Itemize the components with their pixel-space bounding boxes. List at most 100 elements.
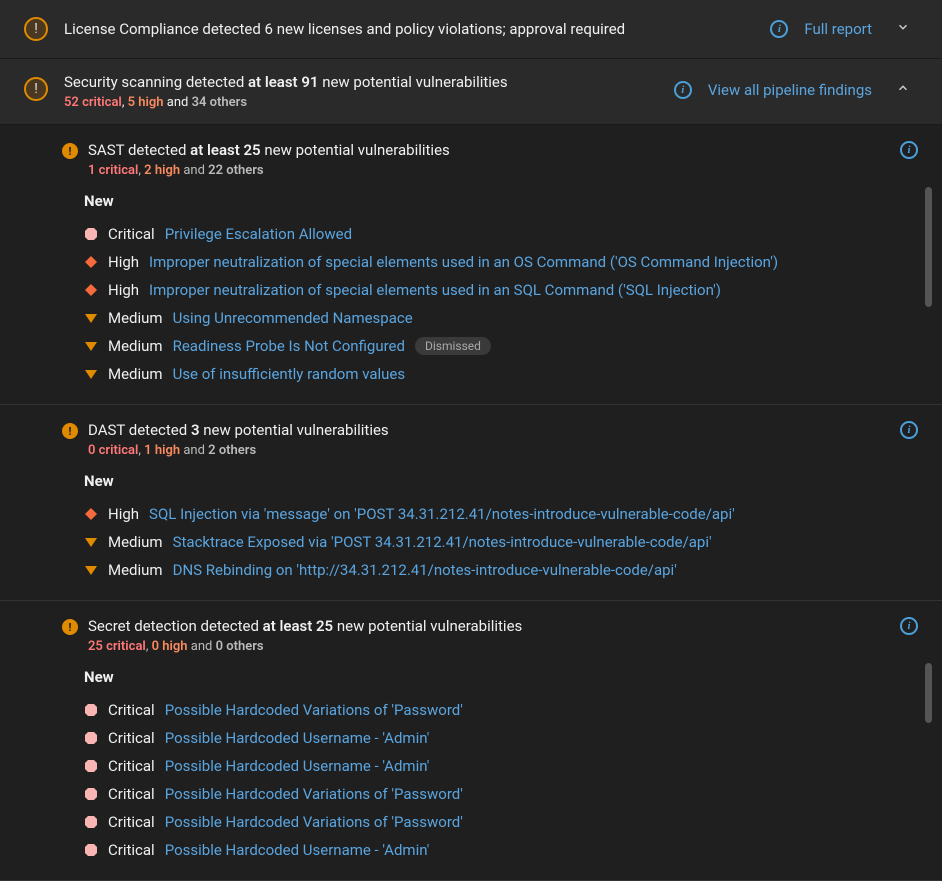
finding-item: High Improper neutralization of special e… bbox=[84, 248, 912, 276]
findings-list: New Critical Privilege Escalation Allowed H… bbox=[84, 192, 912, 388]
severity-label: Medium bbox=[108, 533, 163, 551]
finding-link[interactable]: Readiness Probe Is Not Configured bbox=[173, 337, 405, 355]
severity-icon-high bbox=[84, 283, 98, 297]
others-count: 0 others bbox=[216, 639, 264, 654]
finding-link[interactable]: Improper neutralization of special eleme… bbox=[149, 253, 778, 271]
severity-label: Medium bbox=[108, 309, 163, 327]
severity-label: Critical bbox=[108, 225, 155, 243]
info-icon[interactable]: i bbox=[900, 421, 918, 439]
severity-label: Critical bbox=[108, 813, 155, 831]
security-title-block: Security scanning detected at least 91 n… bbox=[64, 73, 674, 110]
new-label: New bbox=[84, 192, 912, 210]
scrollbar[interactable] bbox=[925, 663, 932, 723]
severity-label: Medium bbox=[108, 561, 163, 579]
finding-item: Medium DNS Rebinding on 'http://34.31.212… bbox=[84, 556, 912, 584]
severity-icon-high bbox=[84, 507, 98, 521]
severity-icon-medium bbox=[84, 563, 98, 577]
finding-link[interactable]: Possible Hardcoded Username - 'Admin' bbox=[165, 757, 430, 775]
chevron-up-icon[interactable] bbox=[888, 77, 918, 103]
severity-icon-critical bbox=[84, 815, 98, 829]
info-icon[interactable]: i bbox=[770, 20, 788, 38]
new-label: New bbox=[84, 472, 912, 490]
security-title-prefix: Security scanning detected bbox=[64, 73, 248, 91]
severity-icon-medium bbox=[84, 339, 98, 353]
warning-icon: ! bbox=[62, 423, 78, 439]
section-title: DAST detected 3 new potential vulnerabil… bbox=[88, 421, 900, 458]
severity-icon-critical bbox=[84, 703, 98, 717]
severity-label: High bbox=[108, 505, 139, 523]
security-high-count: 5 high bbox=[128, 95, 164, 110]
finding-item: Critical Privilege Escalation Allowed bbox=[84, 220, 912, 248]
finding-item: Critical Possible Hardcoded Username - 'A… bbox=[84, 752, 912, 780]
status-badge: Dismissed bbox=[415, 337, 491, 355]
finding-link[interactable]: Stacktrace Exposed via 'POST 34.31.212.4… bbox=[173, 533, 712, 551]
severity-icon-medium bbox=[84, 535, 98, 549]
security-title-suffix: new potential vulnerabilities bbox=[318, 73, 507, 91]
severity-label: Critical bbox=[108, 757, 155, 775]
warning-circle-icon: ! bbox=[24, 17, 48, 41]
full-report-link[interactable]: Full report bbox=[804, 20, 872, 38]
view-all-findings-link[interactable]: View all pipeline findings bbox=[708, 81, 872, 99]
severity-label: Critical bbox=[108, 701, 155, 719]
finding-item: MediumReadiness Probe Is Not ConfiguredD… bbox=[84, 332, 912, 360]
severity-icon-medium bbox=[84, 367, 98, 381]
finding-link[interactable]: DNS Rebinding on 'http://34.31.212.41/no… bbox=[173, 561, 677, 579]
severity-label: Critical bbox=[108, 785, 155, 803]
severity-icon-critical bbox=[84, 759, 98, 773]
finding-link[interactable]: SQL Injection via 'message' on 'POST 34.… bbox=[149, 505, 735, 523]
finding-item: HighImproper neutralization of special e… bbox=[84, 276, 912, 304]
finding-link[interactable]: Possible Hardcoded Variations of 'Passwo… bbox=[165, 785, 463, 803]
severity-icon-high bbox=[84, 255, 98, 269]
findings-list: NewCriticalPossible Hardcoded Variations… bbox=[84, 668, 912, 864]
finding-item: High SQL Injection via 'message' on 'POST… bbox=[84, 500, 912, 528]
finding-item: Critical Possible Hardcoded Username - 'A… bbox=[84, 724, 912, 752]
severity-icon-critical bbox=[84, 787, 98, 801]
finding-item: Critical Possible Hardcoded Variations of… bbox=[84, 808, 912, 836]
finding-item: Critical Possible Hardcoded Username - 'A… bbox=[84, 836, 912, 864]
severity-icon-medium bbox=[84, 311, 98, 325]
section-title: SAST detected at least 25 new potential … bbox=[88, 141, 900, 178]
info-icon[interactable]: i bbox=[674, 81, 692, 99]
warning-circle-icon: ! bbox=[24, 77, 48, 101]
finding-item: Critical Possible Hardcoded Variations of… bbox=[84, 780, 912, 808]
critical-count: 25 critical bbox=[88, 639, 146, 654]
severity-icon-critical bbox=[84, 843, 98, 857]
section-header: ! DAST detected 3 new potential vulnerabi… bbox=[0, 421, 942, 458]
finding-link[interactable]: Possible Hardcoded Variations of 'Passwo… bbox=[165, 701, 463, 719]
section-dast: ! DAST detected 3 new potential vulnerabi… bbox=[0, 405, 942, 601]
finding-item: Critical Possible Hardcoded Variations of… bbox=[84, 696, 912, 724]
section-title: Secret detection detected at least 25 ne… bbox=[88, 617, 900, 654]
critical-count: 1 critical bbox=[88, 163, 138, 178]
finding-item: Medium Stacktrace Exposed via 'POST 34.31… bbox=[84, 528, 912, 556]
finding-link[interactable]: Possible Hardcoded Username - 'Admin' bbox=[165, 841, 430, 859]
findings-list: New High SQL Injection via 'message' on 'P… bbox=[84, 472, 912, 584]
finding-item: Medium Using Unrecommended Namespace bbox=[84, 304, 912, 332]
severity-label: Medium bbox=[108, 365, 163, 383]
warning-icon: ! bbox=[62, 619, 78, 635]
finding-link[interactable]: Use of insufficiently random values bbox=[173, 365, 406, 383]
high-count: 0 high bbox=[152, 639, 188, 654]
section-header: ! Secret detection detected at least 25 n… bbox=[0, 617, 942, 654]
security-title-bold: at least 91 bbox=[248, 73, 318, 91]
high-count: 2 high bbox=[144, 163, 180, 178]
security-panel-header: ! Security scanning detected at least 91… bbox=[0, 59, 942, 125]
section-secret: ! Secret detection detected at least 25 n… bbox=[0, 601, 942, 881]
section-header: ! SAST detected at least 25 new potential… bbox=[0, 141, 942, 178]
security-others-count: 34 others bbox=[192, 95, 247, 110]
severity-label: Critical bbox=[108, 729, 155, 747]
finding-link[interactable]: Improper neutralization of special eleme… bbox=[149, 281, 721, 299]
license-title: License Compliance detected 6 new licens… bbox=[64, 20, 770, 38]
info-icon[interactable]: i bbox=[900, 617, 918, 635]
findings-sections: ! SAST detected at least 25 new potential… bbox=[0, 125, 942, 881]
chevron-down-icon[interactable] bbox=[888, 16, 918, 42]
warning-icon: ! bbox=[62, 143, 78, 159]
severity-label: Critical bbox=[108, 841, 155, 859]
severity-icon-critical bbox=[84, 731, 98, 745]
finding-link[interactable]: Possible Hardcoded Username - 'Admin' bbox=[165, 729, 430, 747]
finding-link[interactable]: Using Unrecommended Namespace bbox=[173, 309, 413, 327]
severity-label: High bbox=[108, 253, 139, 271]
finding-link[interactable]: Possible Hardcoded Variations of 'Passwo… bbox=[165, 813, 463, 831]
scrollbar[interactable] bbox=[925, 187, 932, 307]
finding-link[interactable]: Privilege Escalation Allowed bbox=[165, 225, 352, 243]
info-icon[interactable]: i bbox=[900, 141, 918, 159]
